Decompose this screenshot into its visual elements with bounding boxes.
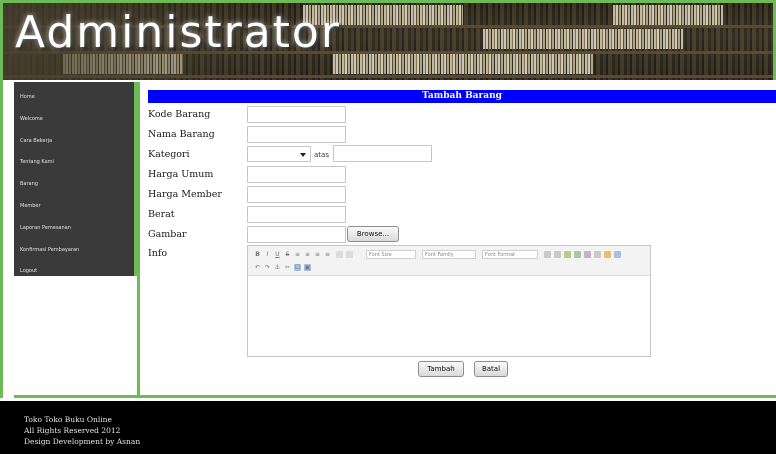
bold-icon[interactable]: B	[254, 251, 261, 258]
undo-icon[interactable]: ↶	[254, 264, 261, 271]
browse-button[interactable]: Browse...	[347, 226, 399, 242]
paste-word-icon[interactable]	[574, 251, 581, 258]
sidebar-item-laporan-pemesanan[interactable]: Laporan Pemesanan	[14, 218, 134, 240]
rich-text-editor: B I U S ≡ ≡ ≡ ≡ Font Size Font Family Fo…	[247, 245, 651, 357]
sidebar-item-member[interactable]: Member	[14, 196, 134, 218]
tambah-button[interactable]: Tambah	[418, 361, 464, 377]
harga-umum-input[interactable]	[247, 166, 346, 183]
anchor-icon[interactable]: ⚓	[274, 264, 281, 271]
font-format-select[interactable]: Font Format	[482, 250, 538, 259]
atas-label: atas	[314, 151, 329, 159]
sidebar-item-welcome[interactable]: Welcome	[14, 109, 134, 131]
gambar-file-input[interactable]	[247, 226, 346, 243]
berat-label: Berat	[148, 209, 175, 220]
footer-line-1: Toko Toko Buku Online	[24, 415, 112, 424]
bullet-list-icon[interactable]	[336, 251, 343, 258]
sidebar-item-tentang-kami[interactable]: Tentang Kami	[14, 152, 134, 174]
font-family-select[interactable]: Font Family	[422, 250, 476, 259]
book-stack	[613, 5, 723, 25]
redo-icon[interactable]: ↷	[264, 264, 271, 271]
sidebar: Home Welcome Cara Bekerja Tentang Kami B…	[14, 82, 137, 276]
image-icon[interactable]	[614, 251, 621, 258]
strikethrough-icon[interactable]: S	[284, 251, 291, 258]
table-icon[interactable]: ☐	[294, 264, 301, 271]
italic-icon[interactable]: I	[264, 251, 271, 258]
sidebar-item-home[interactable]: Home	[14, 87, 134, 109]
kategori-label: Kategori	[148, 149, 190, 160]
align-left-icon[interactable]: ≡	[294, 251, 301, 258]
site-title: Administrator	[15, 7, 341, 58]
sidebar-item-cara-bekerja[interactable]: Cara Bekerja	[14, 131, 134, 153]
sidebar-gutter	[3, 82, 14, 398]
font-size-select[interactable]: Font Size	[366, 250, 416, 259]
chevron-down-icon	[300, 153, 306, 157]
info-label: Info	[148, 248, 168, 259]
sidebar-menu: Home Welcome Cara Bekerja Tentang Kami B…	[14, 82, 134, 283]
book-stack	[483, 29, 683, 49]
nama-barang-label: Nama Barang	[148, 129, 215, 140]
sidebar-divider	[137, 82, 140, 398]
paste-icon[interactable]	[564, 251, 571, 258]
gambar-label: Gambar	[148, 229, 187, 240]
link-icon[interactable]	[584, 251, 591, 258]
atas-input[interactable]	[333, 145, 432, 162]
emoticon-icon[interactable]	[604, 251, 611, 258]
kode-barang-label: Kode Barang	[148, 109, 211, 120]
copy-icon[interactable]	[554, 251, 561, 258]
sidebar-item-logout[interactable]: Logout	[14, 261, 134, 283]
harga-member-input[interactable]	[247, 186, 346, 203]
align-center-icon[interactable]: ≡	[304, 251, 311, 258]
book-stack	[333, 54, 593, 74]
footer-line-2: All Rights Reserved 2012	[24, 426, 121, 435]
editor-text-area[interactable]	[248, 277, 650, 356]
berat-input[interactable]	[247, 206, 346, 223]
form-title-bar: Tambah Barang	[148, 90, 776, 103]
footer-line-3: Design Development by Asnan	[24, 437, 141, 446]
harga-member-label: Harga Member	[148, 189, 222, 200]
cut-icon[interactable]	[544, 251, 551, 258]
kode-barang-input[interactable]	[247, 106, 346, 123]
sidebar-item-konfirmasi-pembayaran[interactable]: Konfirmasi Pembayaran	[14, 240, 134, 262]
editor-toolbar: B I U S ≡ ≡ ≡ ≡ Font Size Font Family Fo…	[248, 246, 650, 276]
header-banner: Administrator	[0, 0, 776, 80]
unlink-icon[interactable]	[594, 251, 601, 258]
numbered-list-icon[interactable]	[346, 251, 353, 258]
kategori-select[interactable]	[247, 146, 311, 162]
underline-icon[interactable]: U	[274, 251, 281, 258]
sidebar-item-barang[interactable]: Barang	[14, 174, 134, 196]
nama-barang-input[interactable]	[247, 126, 346, 143]
cleanup-icon[interactable]: ✂	[284, 264, 291, 271]
html-source-icon[interactable]: ▣	[304, 264, 311, 271]
footer: Toko Toko Buku Online All Rights Reserve…	[0, 401, 776, 454]
content-area: Tambah Barang Kode Barang Nama Barang Ka…	[148, 90, 776, 390]
align-justify-icon[interactable]: ≡	[324, 251, 331, 258]
harga-umum-label: Harga Umum	[148, 169, 214, 180]
batal-button[interactable]: Batal	[474, 361, 508, 377]
align-right-icon[interactable]: ≡	[314, 251, 321, 258]
